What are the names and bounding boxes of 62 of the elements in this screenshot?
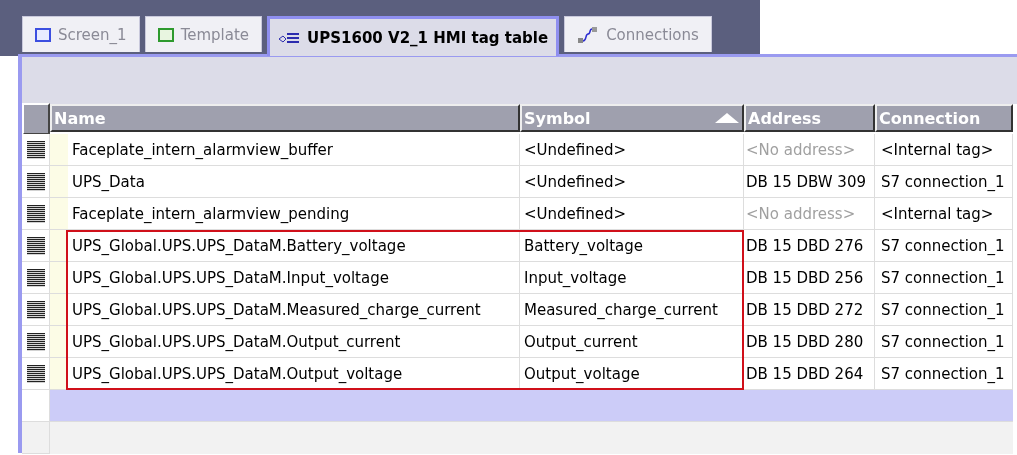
table-cell: UPS_Global.UPS.UPS_DataM.Output_current (68, 326, 520, 358)
table-cell: Faceplate_intern_alarmview_buffer (68, 134, 520, 166)
column-header[interactable]: Name (50, 104, 520, 132)
tab[interactable]: Screen_1 (22, 16, 140, 52)
row-handle[interactable] (22, 358, 50, 390)
table-cell: DB 15 DBD 256 (744, 262, 875, 294)
table-cell: DB 15 DBD 280 (744, 326, 875, 358)
row-handle[interactable] (22, 198, 50, 230)
column-header[interactable]: Symbol (520, 104, 744, 132)
table-cell: <Undefined> (520, 198, 744, 230)
row-marker (50, 134, 68, 166)
table-cell: Input_voltage (520, 262, 744, 294)
table-cell: <No address> (744, 198, 875, 230)
connection-icon (577, 25, 600, 44)
tag-list-icon (278, 31, 301, 44)
row-marker (50, 166, 68, 198)
row-marker (50, 198, 68, 230)
column-header[interactable]: Address (744, 104, 875, 132)
table-cell: <Internal tag> (875, 198, 1013, 230)
tab[interactable]: Template (144, 16, 263, 52)
table-cell: DB 15 DBD 272 (744, 294, 875, 326)
row-handle[interactable] (22, 390, 50, 422)
sort-ascending-icon (714, 112, 740, 124)
row-handle[interactable] (22, 166, 50, 198)
tag-row-icon (26, 204, 45, 223)
tag-row-icon (26, 268, 45, 287)
table-cell: <Internal tag> (875, 134, 1013, 166)
table-cell: Battery_voltage (520, 230, 744, 262)
tab[interactable]: UPS1600 V2_1 HMI tag table (267, 16, 560, 56)
tab[interactable]: Connections (564, 16, 712, 52)
row-handle[interactable] (22, 326, 50, 358)
tag-row-icon (26, 236, 45, 255)
table-cell: DB 15 DBD 276 (744, 230, 875, 262)
row-handle[interactable] (22, 294, 50, 326)
screen-icon (157, 27, 174, 42)
table-cell: <No address> (744, 134, 875, 166)
table-cell: S7 connection_1 (875, 230, 1013, 262)
table-cell: Output_current (520, 326, 744, 358)
table-cell: S7 connection_1 (875, 294, 1013, 326)
tag-row-icon (26, 332, 45, 351)
tag-row-icon (26, 172, 45, 191)
column-header[interactable]: Connection (875, 104, 1013, 132)
tag-row-icon (26, 140, 45, 159)
table-cell: Measured_charge_current (520, 294, 744, 326)
table-cell: UPS_Global.UPS.UPS_DataM.Measured_charge_current (68, 294, 520, 326)
table-cell: UPS_Data (68, 166, 520, 198)
row-handle[interactable] (22, 262, 50, 294)
table-cell: Faceplate_intern_alarmview_pending (68, 198, 520, 230)
screen-icon (35, 27, 51, 42)
row-handle[interactable] (22, 134, 50, 166)
row-handle[interactable] (22, 230, 50, 262)
table-cell: UPS_Global.UPS.UPS_DataM.Input_voltage (68, 262, 520, 294)
tag-row-icon (26, 364, 45, 383)
table-cell: <Undefined> (520, 166, 744, 198)
row-handle[interactable] (22, 422, 50, 454)
table-cell: S7 connection_1 (875, 262, 1013, 294)
tag-row-icon (26, 300, 45, 319)
table-cell: UPS_Global.UPS.UPS_DataM.Battery_voltage (68, 230, 520, 262)
table-cell: S7 connection_1 (875, 166, 1013, 198)
table-cell: DB 15 DBW 309 (744, 166, 875, 198)
table-cell: S7 connection_1 (875, 326, 1013, 358)
table-cell: <Undefined> (520, 134, 744, 166)
